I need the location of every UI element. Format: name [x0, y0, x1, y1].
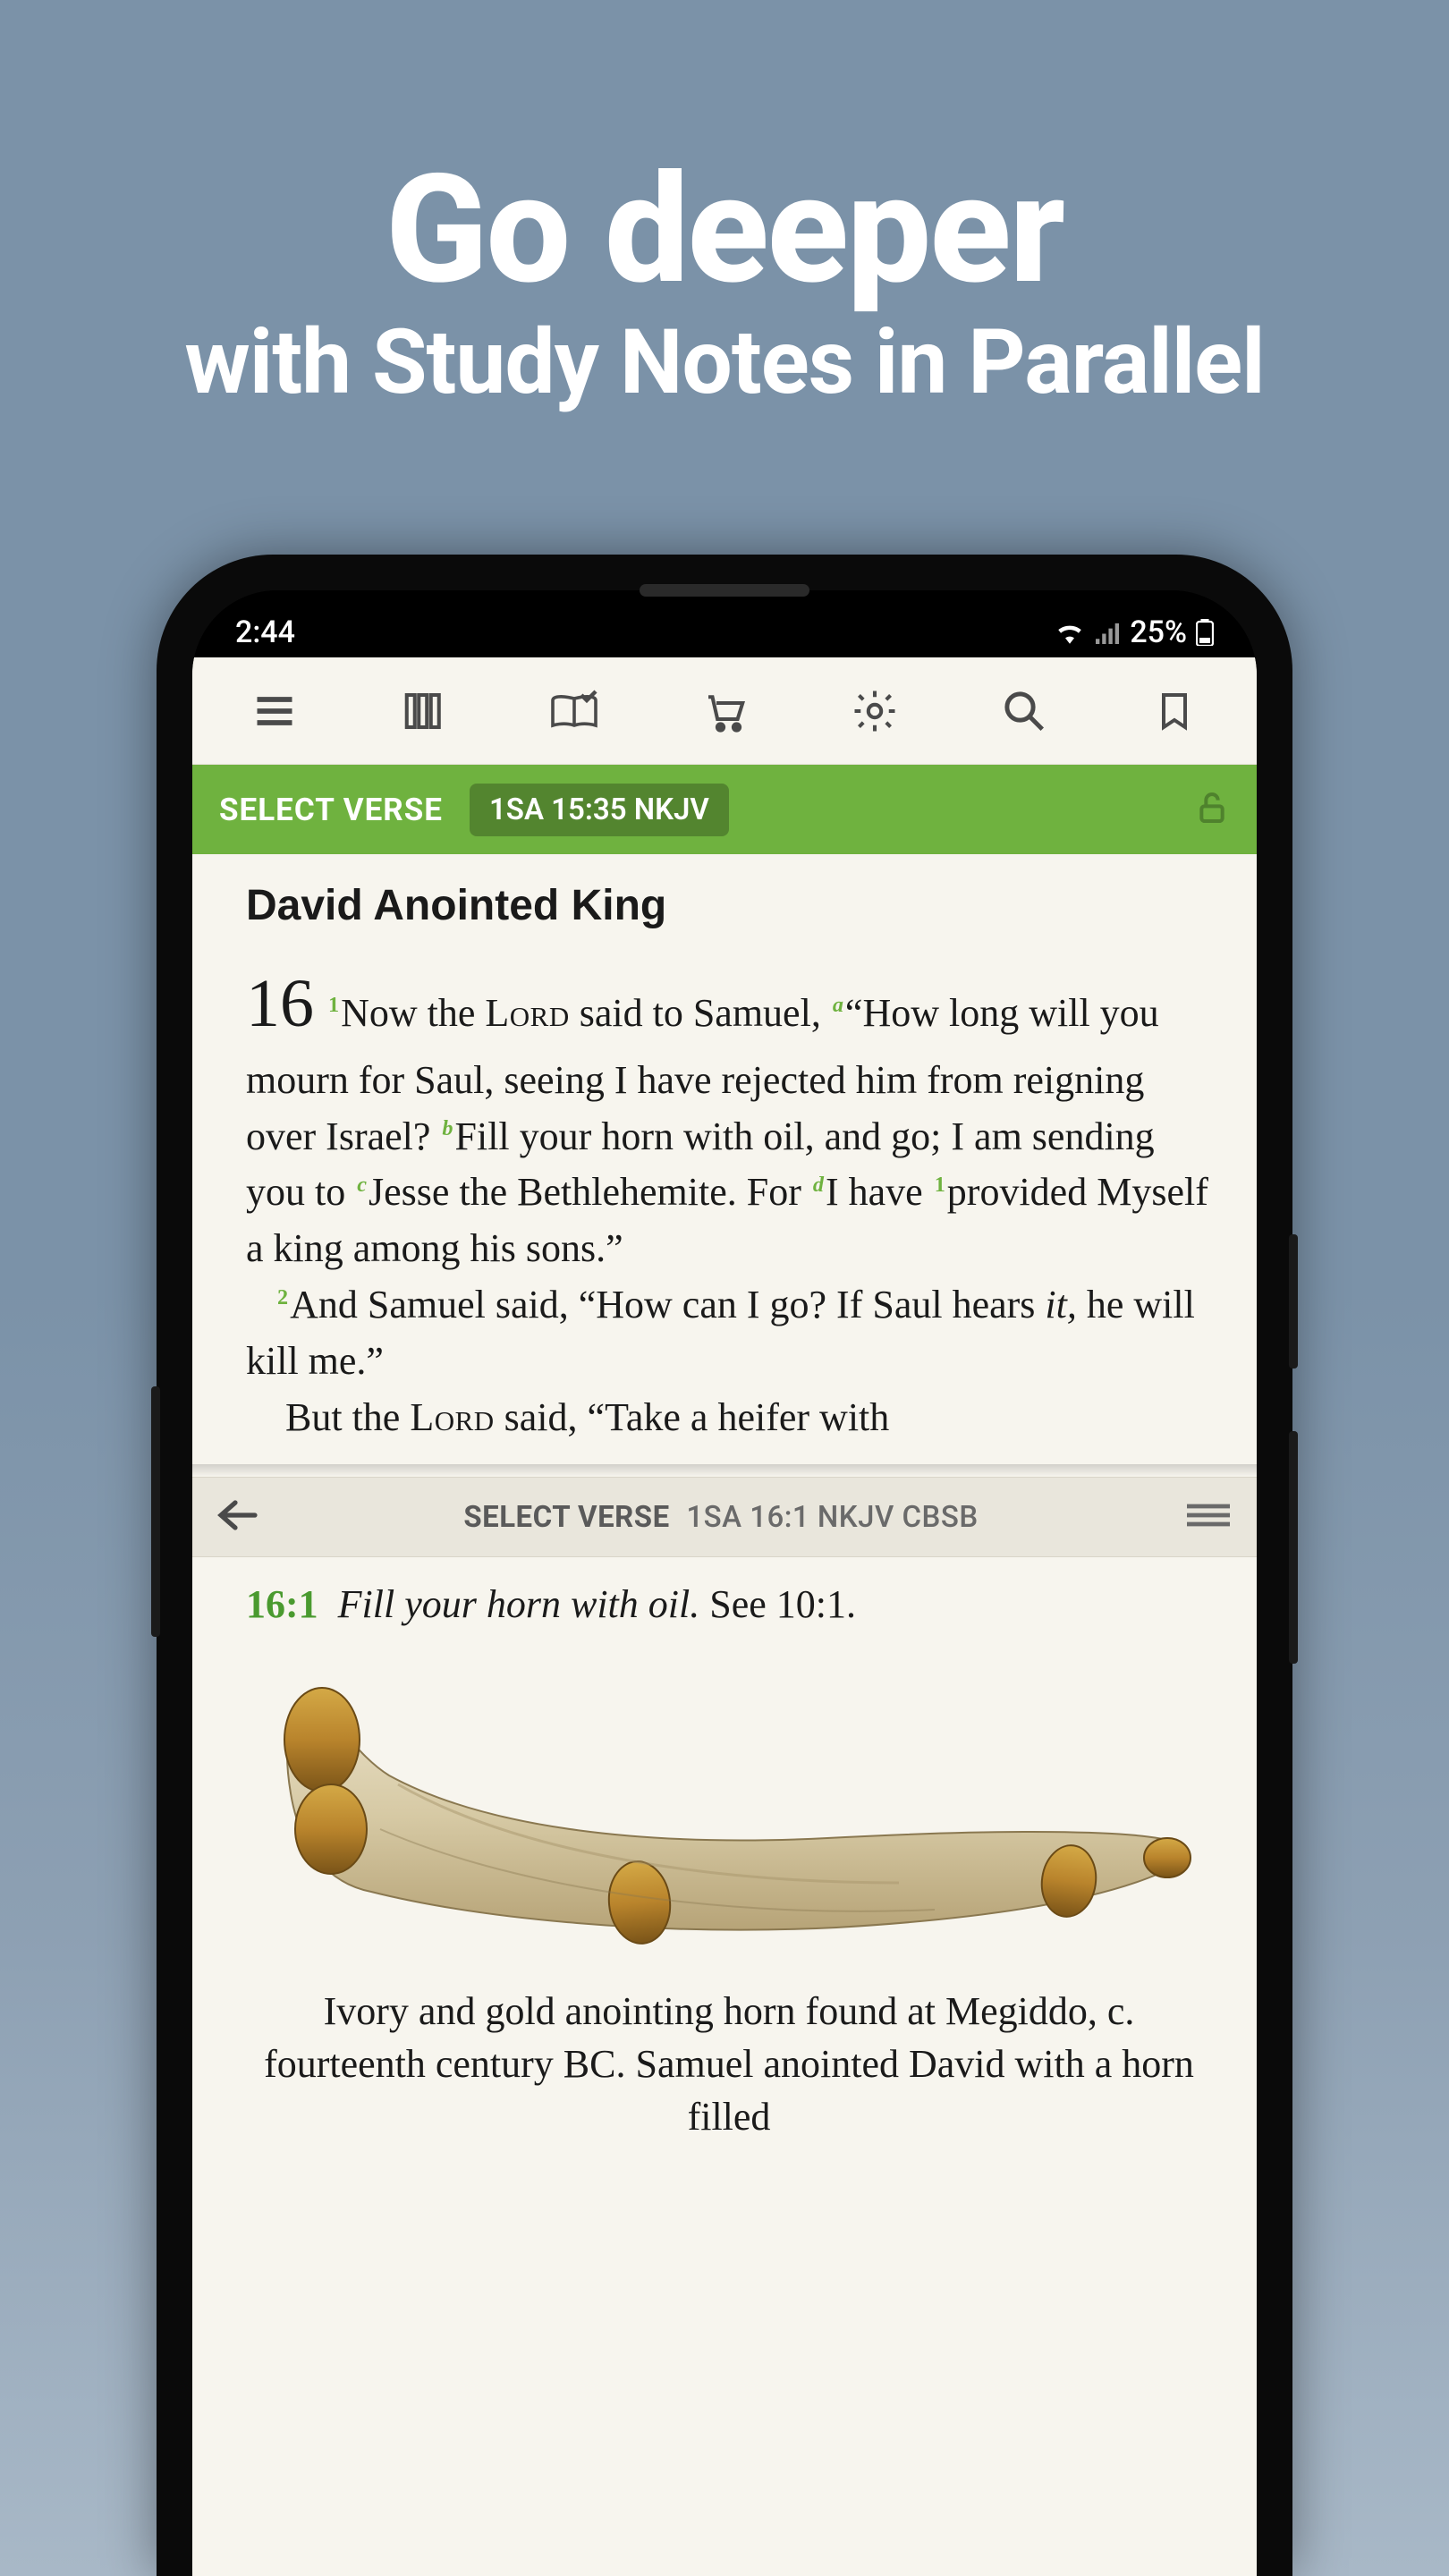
- wifi-icon: [1055, 621, 1085, 644]
- back-icon[interactable]: [216, 1497, 258, 1537]
- scripture-pane[interactable]: David Anointed King 161Now the Lord said…: [192, 854, 1257, 1464]
- verse-number[interactable]: 1: [328, 993, 339, 1017]
- library-icon[interactable]: [389, 675, 461, 747]
- study-note-line: 16:1 Fill your horn with oil. See 10:1.: [246, 1577, 1212, 1632]
- phone-side-button: [151, 1386, 160, 1637]
- cross-ref[interactable]: d: [813, 1173, 824, 1197]
- footnote[interactable]: 1: [935, 1173, 945, 1197]
- battery-icon: [1196, 619, 1214, 646]
- search-icon[interactable]: [988, 675, 1060, 747]
- promo-subtitle: with Study Notes in Parallel: [0, 309, 1449, 417]
- pane-divider[interactable]: [192, 1464, 1257, 1477]
- scripture-body: 161Now the Lord said to Samuel, a“How lo…: [246, 955, 1212, 1446]
- gear-icon[interactable]: [839, 675, 911, 747]
- app-content: SELECT VERSE 1SA 15:35 NKJV David Anoint…: [192, 657, 1257, 2576]
- promo-title: Go deeper: [0, 152, 1449, 309]
- phone-screen: 2:44 25%: [192, 590, 1257, 2576]
- toolbar: [192, 657, 1257, 765]
- study-image-caption: Ivory and gold anointing horn found at M…: [246, 1985, 1212, 2144]
- signal-icon: [1094, 621, 1121, 644]
- drag-handle-icon[interactable]: [1183, 1501, 1233, 1533]
- cross-ref[interactable]: b: [442, 1116, 453, 1140]
- select-verse-button[interactable]: SELECT VERSE: [219, 792, 443, 828]
- cross-ref[interactable]: a: [833, 993, 843, 1017]
- section-heading: David Anointed King: [246, 881, 1212, 930]
- study-image-horn: [246, 1650, 1212, 1981]
- study-pane[interactable]: 16:1 Fill your horn with oil. See 10:1.: [192, 1557, 1257, 2576]
- bookmark-icon[interactable]: [1139, 675, 1210, 747]
- status-bar: 2:44 25%: [192, 590, 1257, 657]
- panel-title[interactable]: SELECT VERSE 1SA 16:1 NKJV CBSB: [280, 1500, 1162, 1535]
- study-verse-ref[interactable]: 16:1: [246, 1582, 318, 1626]
- panel-select-verse: SELECT VERSE: [463, 1500, 669, 1535]
- chapter-number: 16: [246, 966, 314, 1041]
- menu-icon[interactable]: [239, 675, 310, 747]
- study-panel-bar: SELECT VERSE 1SA 16:1 NKJV CBSB: [192, 1477, 1257, 1557]
- status-time: 2:44: [235, 614, 295, 650]
- phone-frame: 2:44 25%: [157, 555, 1292, 2576]
- phone-side-button: [1289, 1431, 1298, 1664]
- unlock-icon[interactable]: [1194, 788, 1230, 831]
- phone-side-button: [1289, 1234, 1298, 1368]
- phone-speaker: [640, 584, 809, 597]
- reference-pill[interactable]: 1SA 15:35 NKJV: [470, 784, 729, 836]
- promo-headline: Go deeper with Study Notes in Parallel: [0, 0, 1449, 417]
- panel-reference: 1SA 16:1 NKJV CBSB: [686, 1500, 978, 1535]
- status-battery: 25%: [1130, 614, 1187, 650]
- status-right: 25%: [1055, 614, 1214, 650]
- verse-selector-bar: SELECT VERSE 1SA 15:35 NKJV: [192, 765, 1257, 854]
- reading-plan-icon[interactable]: [538, 675, 610, 747]
- cross-ref[interactable]: c: [357, 1173, 367, 1197]
- verse-number[interactable]: 2: [277, 1285, 288, 1309]
- cart-icon[interactable]: [689, 675, 760, 747]
